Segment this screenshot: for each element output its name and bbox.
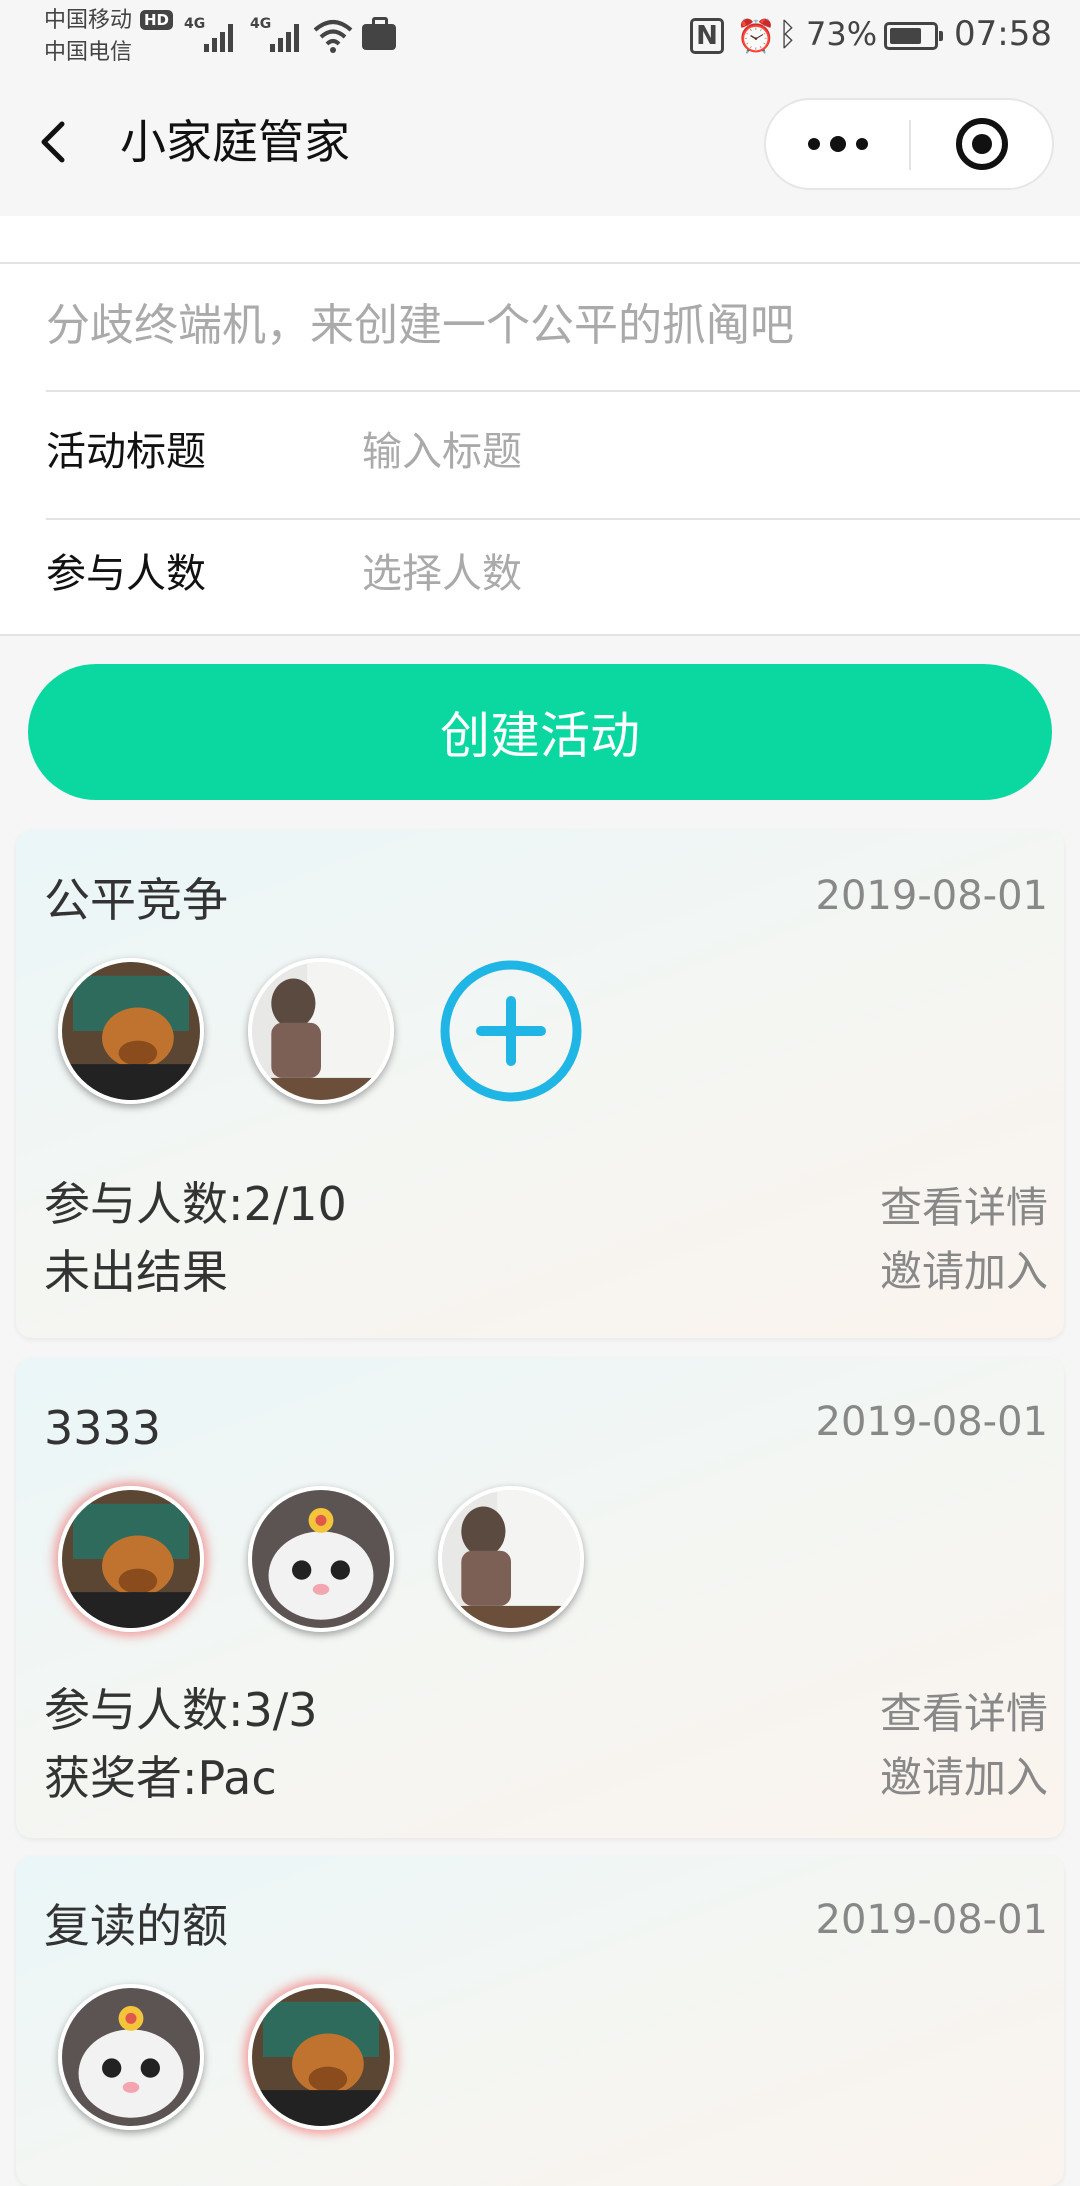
- page-title: 小家庭管家: [120, 115, 350, 169]
- add-participant-button[interactable]: [438, 958, 584, 1104]
- signal-icon: 4G: [184, 16, 236, 54]
- divider: [0, 634, 1080, 636]
- clock: 07:58: [954, 14, 1052, 54]
- dog-avatar: [58, 958, 204, 1104]
- count-picker[interactable]: 选择人数: [362, 546, 522, 602]
- signal-icon-2: 4G: [250, 16, 302, 54]
- chevron-left-icon: [41, 121, 65, 163]
- carrier-name-2: 中国电信: [44, 40, 133, 65]
- title-label: 活动标题: [46, 429, 206, 475]
- dog-avatar: [248, 1984, 394, 2130]
- participant-count: 参与人数:2/10: [44, 1177, 347, 1231]
- activity-title: 公平竞争: [44, 873, 228, 927]
- nfc-icon: N: [690, 18, 724, 54]
- status-bar: 中国移动 中国电信 HD 4G 4G N ⏰ ᛒ 73% 07:58: [0, 0, 1080, 70]
- wifi-icon: [313, 20, 353, 53]
- activity-date: 2019-08-01: [815, 873, 1048, 919]
- participant-count: 参与人数:3/3: [44, 1683, 318, 1737]
- target-icon: [955, 118, 1008, 170]
- view-details-link[interactable]: 查看详情: [880, 1180, 1048, 1236]
- activity-title: 3333: [44, 1401, 162, 1455]
- battery-icon: [884, 22, 943, 50]
- count-label: 参与人数: [46, 551, 206, 597]
- activity-date: 2019-08-01: [815, 1897, 1048, 1943]
- cat-avatar: [248, 1486, 394, 1632]
- carrier-name-1: 中国移动: [44, 8, 133, 33]
- network-type-2: 4G: [250, 16, 272, 32]
- divider: [46, 518, 1080, 520]
- winner-text: 获奖者:Pac: [44, 1751, 277, 1805]
- battery-percent: 73%: [806, 15, 878, 53]
- activity-card[interactable]: 公平竞争 2019-08-01 参与人数:2/10 未出结果 查看详情 邀请加入: [16, 830, 1064, 1338]
- more-dot-icon: [855, 138, 868, 150]
- invite-join-link[interactable]: 邀请加入: [880, 1244, 1048, 1300]
- close-miniprogram-button[interactable]: [911, 100, 1052, 188]
- view-details-link[interactable]: 查看详情: [880, 1686, 1048, 1742]
- more-options-button[interactable]: [766, 100, 909, 188]
- dog-avatar: [58, 1486, 204, 1632]
- create-form: 分歧终端机，来创建一个公平的抓阄吧 活动标题 参与人数 选择人数: [0, 216, 1080, 636]
- invite-join-link[interactable]: 邀请加入: [880, 1750, 1048, 1806]
- miniprogram-capsule: [764, 98, 1054, 190]
- cat-avatar: [58, 1984, 204, 2130]
- more-dot-icon: [829, 136, 846, 152]
- title-input[interactable]: [362, 422, 1042, 482]
- divider: [46, 390, 1080, 392]
- activity-title: 复读的额: [44, 1899, 228, 1953]
- child-avatar: [248, 958, 394, 1104]
- child-avatar: [438, 1486, 584, 1632]
- activity-result: 未出结果: [44, 1245, 228, 1299]
- activity-card[interactable]: 3333 2019-08-01 参与人数:3/3 获奖者:Pac 查看详情 邀请…: [16, 1358, 1064, 1838]
- divider: [0, 262, 1080, 264]
- nav-bar: 小家庭管家: [0, 70, 1080, 216]
- alarm-icon: ⏰: [736, 17, 776, 55]
- network-type-1: 4G: [184, 16, 206, 32]
- form-notice: 分歧终端机，来创建一个公平的抓阄吧: [46, 300, 794, 351]
- bluetooth-icon: ᛒ: [778, 15, 798, 53]
- briefcase-icon: [362, 17, 396, 50]
- back-button[interactable]: [28, 110, 88, 174]
- create-activity-button[interactable]: 创建活动: [28, 664, 1052, 800]
- battery-fill: [890, 28, 921, 44]
- more-dot-icon: [807, 138, 820, 150]
- hd-badge: HD: [140, 10, 174, 30]
- activity-date: 2019-08-01: [815, 1399, 1048, 1445]
- activity-card[interactable]: 复读的额 2019-08-01: [16, 1856, 1064, 2186]
